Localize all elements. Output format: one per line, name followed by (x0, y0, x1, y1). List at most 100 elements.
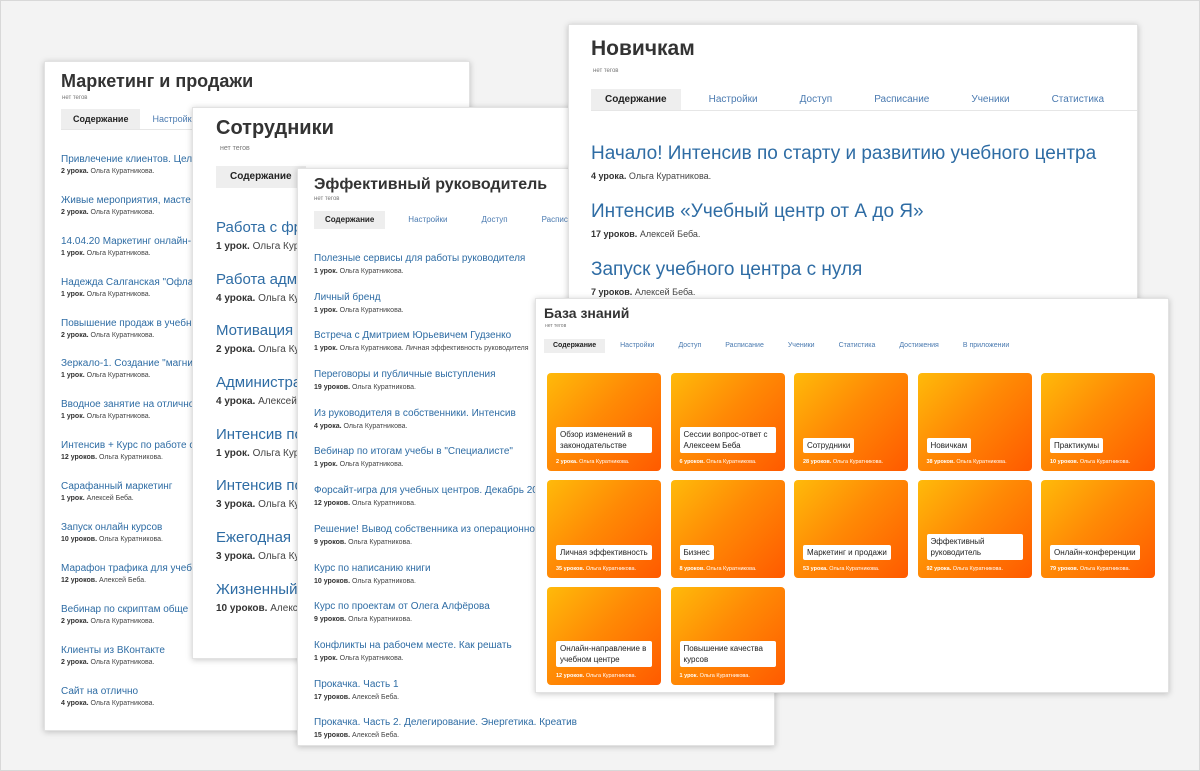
tab-content[interactable]: Содержание (61, 109, 141, 129)
folder-meta: 38 уроков. Ольга Куратникова. (927, 459, 1007, 465)
tab-content[interactable]: Содержание (544, 339, 606, 353)
folder-tile[interactable]: Личная эффективность 35 уроков. Ольга Кур… (547, 480, 661, 578)
list-item: Привлечение клиентов. Цел 2 урока. Ольга … (61, 154, 194, 195)
tab-access[interactable]: Доступ (471, 211, 519, 229)
lesson-link[interactable]: Сарафанный маркетинг (61, 481, 194, 492)
folder-tile[interactable]: Онлайн-конференции 79 уроков. Ольга Курат… (1041, 480, 1155, 578)
list-item: Полезные сервисы для работы руководителя… (314, 253, 577, 292)
lesson-author: Ольга Куратникова. (348, 538, 413, 546)
list-item: Мотивация 2 урока. Ольга Кур (216, 322, 305, 374)
tab-access[interactable]: Доступ (786, 89, 847, 110)
list-item: Жизненный 10 уроков. Алекс (216, 581, 305, 633)
course-card-knowledge-base: База знаний нет тегов Содержание Настрой… (535, 298, 1169, 693)
lesson-link[interactable]: Интенсив по (216, 426, 305, 443)
folder-author: Ольга Куратникова. (706, 566, 757, 572)
tab-students[interactable]: Ученики (957, 89, 1023, 110)
folder-count: 8 уроков. (679, 566, 705, 572)
list-item: Повышение продаж в учебн 2 урока. Ольга К… (61, 318, 194, 359)
lesson-link[interactable]: Интенсив по (216, 477, 305, 494)
folder-tile[interactable]: Онлайн-направление в учебном центре 12 ур… (547, 587, 661, 685)
tab-statistics[interactable]: Статистика (830, 339, 885, 353)
lesson-count: 1 урок. (314, 268, 338, 275)
lesson-count: 19 уроков. (314, 384, 351, 392)
lesson-link[interactable]: Интенсив «Учебный центр от А до Я» (591, 201, 1096, 223)
tab-content[interactable]: Содержание (591, 89, 681, 110)
lesson-count: 1 урок. (216, 241, 250, 252)
lesson-count: 2 урока. (61, 331, 89, 339)
lesson-count: 9 уроков. (314, 538, 347, 546)
folder-tile[interactable]: Бизнес 8 уроков. Ольга Куратникова. (670, 480, 785, 578)
lesson-link[interactable]: Администра (216, 374, 305, 391)
folder-tile[interactable]: Эффективный руководитель 92 урока. Ольга … (917, 480, 1032, 578)
list-item: Работа адми 4 урока. Ольга Кур (216, 271, 305, 323)
lesson-link[interactable]: Зеркало-1. Создание "магни (61, 358, 194, 369)
folder-author: Ольга Куратникова. (585, 566, 637, 572)
lesson-count: 4 урока. (216, 292, 256, 304)
lesson-link[interactable]: Запуск онлайн курсов (61, 522, 194, 533)
tab-settings[interactable]: Настройки (611, 339, 663, 353)
tab-settings[interactable]: Настройки (397, 211, 458, 229)
folder-tile[interactable]: Сотрудники 28 уроков. Ольга Куратникова. (794, 373, 908, 471)
lesson-meta: 4 урока. Ольга Куратникова. (61, 700, 194, 707)
folder-author: Ольга Куратникова. (706, 459, 757, 465)
folder-tile[interactable]: Обзор изменений в законодательстве 2 урок… (547, 373, 661, 471)
lesson-author: Ольга Кур (252, 447, 300, 459)
lesson-author: Ольга Куратникова. (339, 654, 404, 662)
lesson-link[interactable]: Начало! Интенсив по старту и развитию уч… (591, 143, 1096, 165)
folder-count: 92 урока. (926, 566, 952, 572)
folder-tile[interactable]: Новичкам 38 уроков. Ольга Куратникова. (917, 373, 1032, 471)
folder-count: 35 уроков. (556, 566, 585, 572)
lesson-count: 1 урок. (314, 306, 338, 314)
lesson-link[interactable]: Прокачка. Часть 2. Делегирование. Энерге… (314, 717, 577, 728)
lesson-author: Ольга Куратникова. (90, 658, 155, 666)
lesson-link[interactable]: Надежда Салганская "Офла (61, 277, 194, 288)
lesson-link[interactable]: Привлечение клиентов. Цел (61, 154, 194, 165)
lesson-author: Ольга Куратникова. (351, 384, 416, 392)
lesson-count: 10 уроков. (314, 577, 351, 585)
lesson-link[interactable]: Вводное занятие на отлично (61, 399, 194, 410)
tab-in-app[interactable]: В приложении (954, 339, 1018, 353)
tab-students[interactable]: Ученики (779, 339, 824, 353)
folder-meta: 8 уроков. Ольга Куратникова. (680, 566, 757, 572)
folder-tile[interactable]: Сессии вопрос-ответ с Алексеем Беба 6 уро… (670, 373, 785, 471)
folder-tile[interactable]: Практикумы 10 уроков. Ольга Куратникова. (1041, 373, 1155, 471)
lesson-author: Алексей (258, 396, 297, 408)
folder-title: Маркетинг и продажи (803, 545, 891, 560)
lesson-link[interactable]: Марафон трафика для учеб (61, 563, 194, 574)
lesson-link[interactable]: Клиенты из ВКонтакте (61, 645, 194, 656)
list-item: Сарафанный маркетинг 1 урок. Алексей Беба… (61, 481, 194, 522)
tab-schedule[interactable]: Расписание (860, 89, 943, 110)
tags-label: нет тегов (220, 145, 250, 152)
folder-meta: 79 уроков. Ольга Куратникова. (1050, 566, 1130, 572)
folder-count: 12 уроков. (556, 673, 585, 679)
tab-statistics[interactable]: Статистика (1038, 89, 1119, 110)
lesson-link[interactable]: Интенсив + Курс по работе с (61, 440, 194, 451)
lesson-count: 15 уроков. (314, 732, 351, 740)
lesson-author: Ольга Кур (252, 241, 300, 252)
tab-access[interactable]: Доступ (669, 339, 710, 353)
lesson-link[interactable]: Полезные сервисы для работы руководителя (314, 253, 577, 264)
folder-tile[interactable]: Повышение качества курсов 1 урок. Ольга К… (670, 587, 785, 685)
lesson-link[interactable]: Работа адми (216, 271, 305, 288)
lesson-link[interactable]: Запуск учебного центра с нуля (591, 259, 1096, 281)
lesson-link[interactable]: Мотивация (216, 322, 305, 339)
lesson-count: 7 уроков. (591, 287, 633, 297)
lesson-link[interactable]: Сайт на отлично (61, 686, 194, 697)
lesson-link[interactable]: Вебинар по скриптам обще (61, 604, 194, 615)
tab-schedule[interactable]: Расписание (716, 339, 773, 353)
lesson-author: Ольга Куратникова. (628, 171, 712, 181)
lesson-link[interactable]: 14.04.20 Маркетинг онлайн- (61, 236, 194, 247)
lesson-link[interactable]: Живые мероприятия, масте (61, 195, 194, 206)
lesson-link[interactable]: Ежегодная (216, 529, 305, 546)
tab-content[interactable]: Содержание (216, 166, 306, 188)
folder-tile[interactable]: Маркетинг и продажи 53 урока. Ольга Курат… (794, 480, 908, 578)
lesson-link[interactable]: Жизненный (216, 581, 305, 598)
list-item: Интенсив по 1 урок. Ольга Кур (216, 426, 305, 478)
tab-content[interactable]: Содержание (314, 211, 386, 229)
lesson-author: Ольга Куратникова. (351, 500, 416, 508)
tab-settings[interactable]: Настройки (695, 89, 772, 110)
tab-achievements[interactable]: Достижения (890, 339, 947, 353)
lesson-link[interactable]: Работа с фр (216, 219, 305, 236)
lesson-link[interactable]: Повышение продаж в учебн (61, 318, 194, 329)
folder-title: Онлайн-направление в учебном центре (556, 641, 652, 667)
